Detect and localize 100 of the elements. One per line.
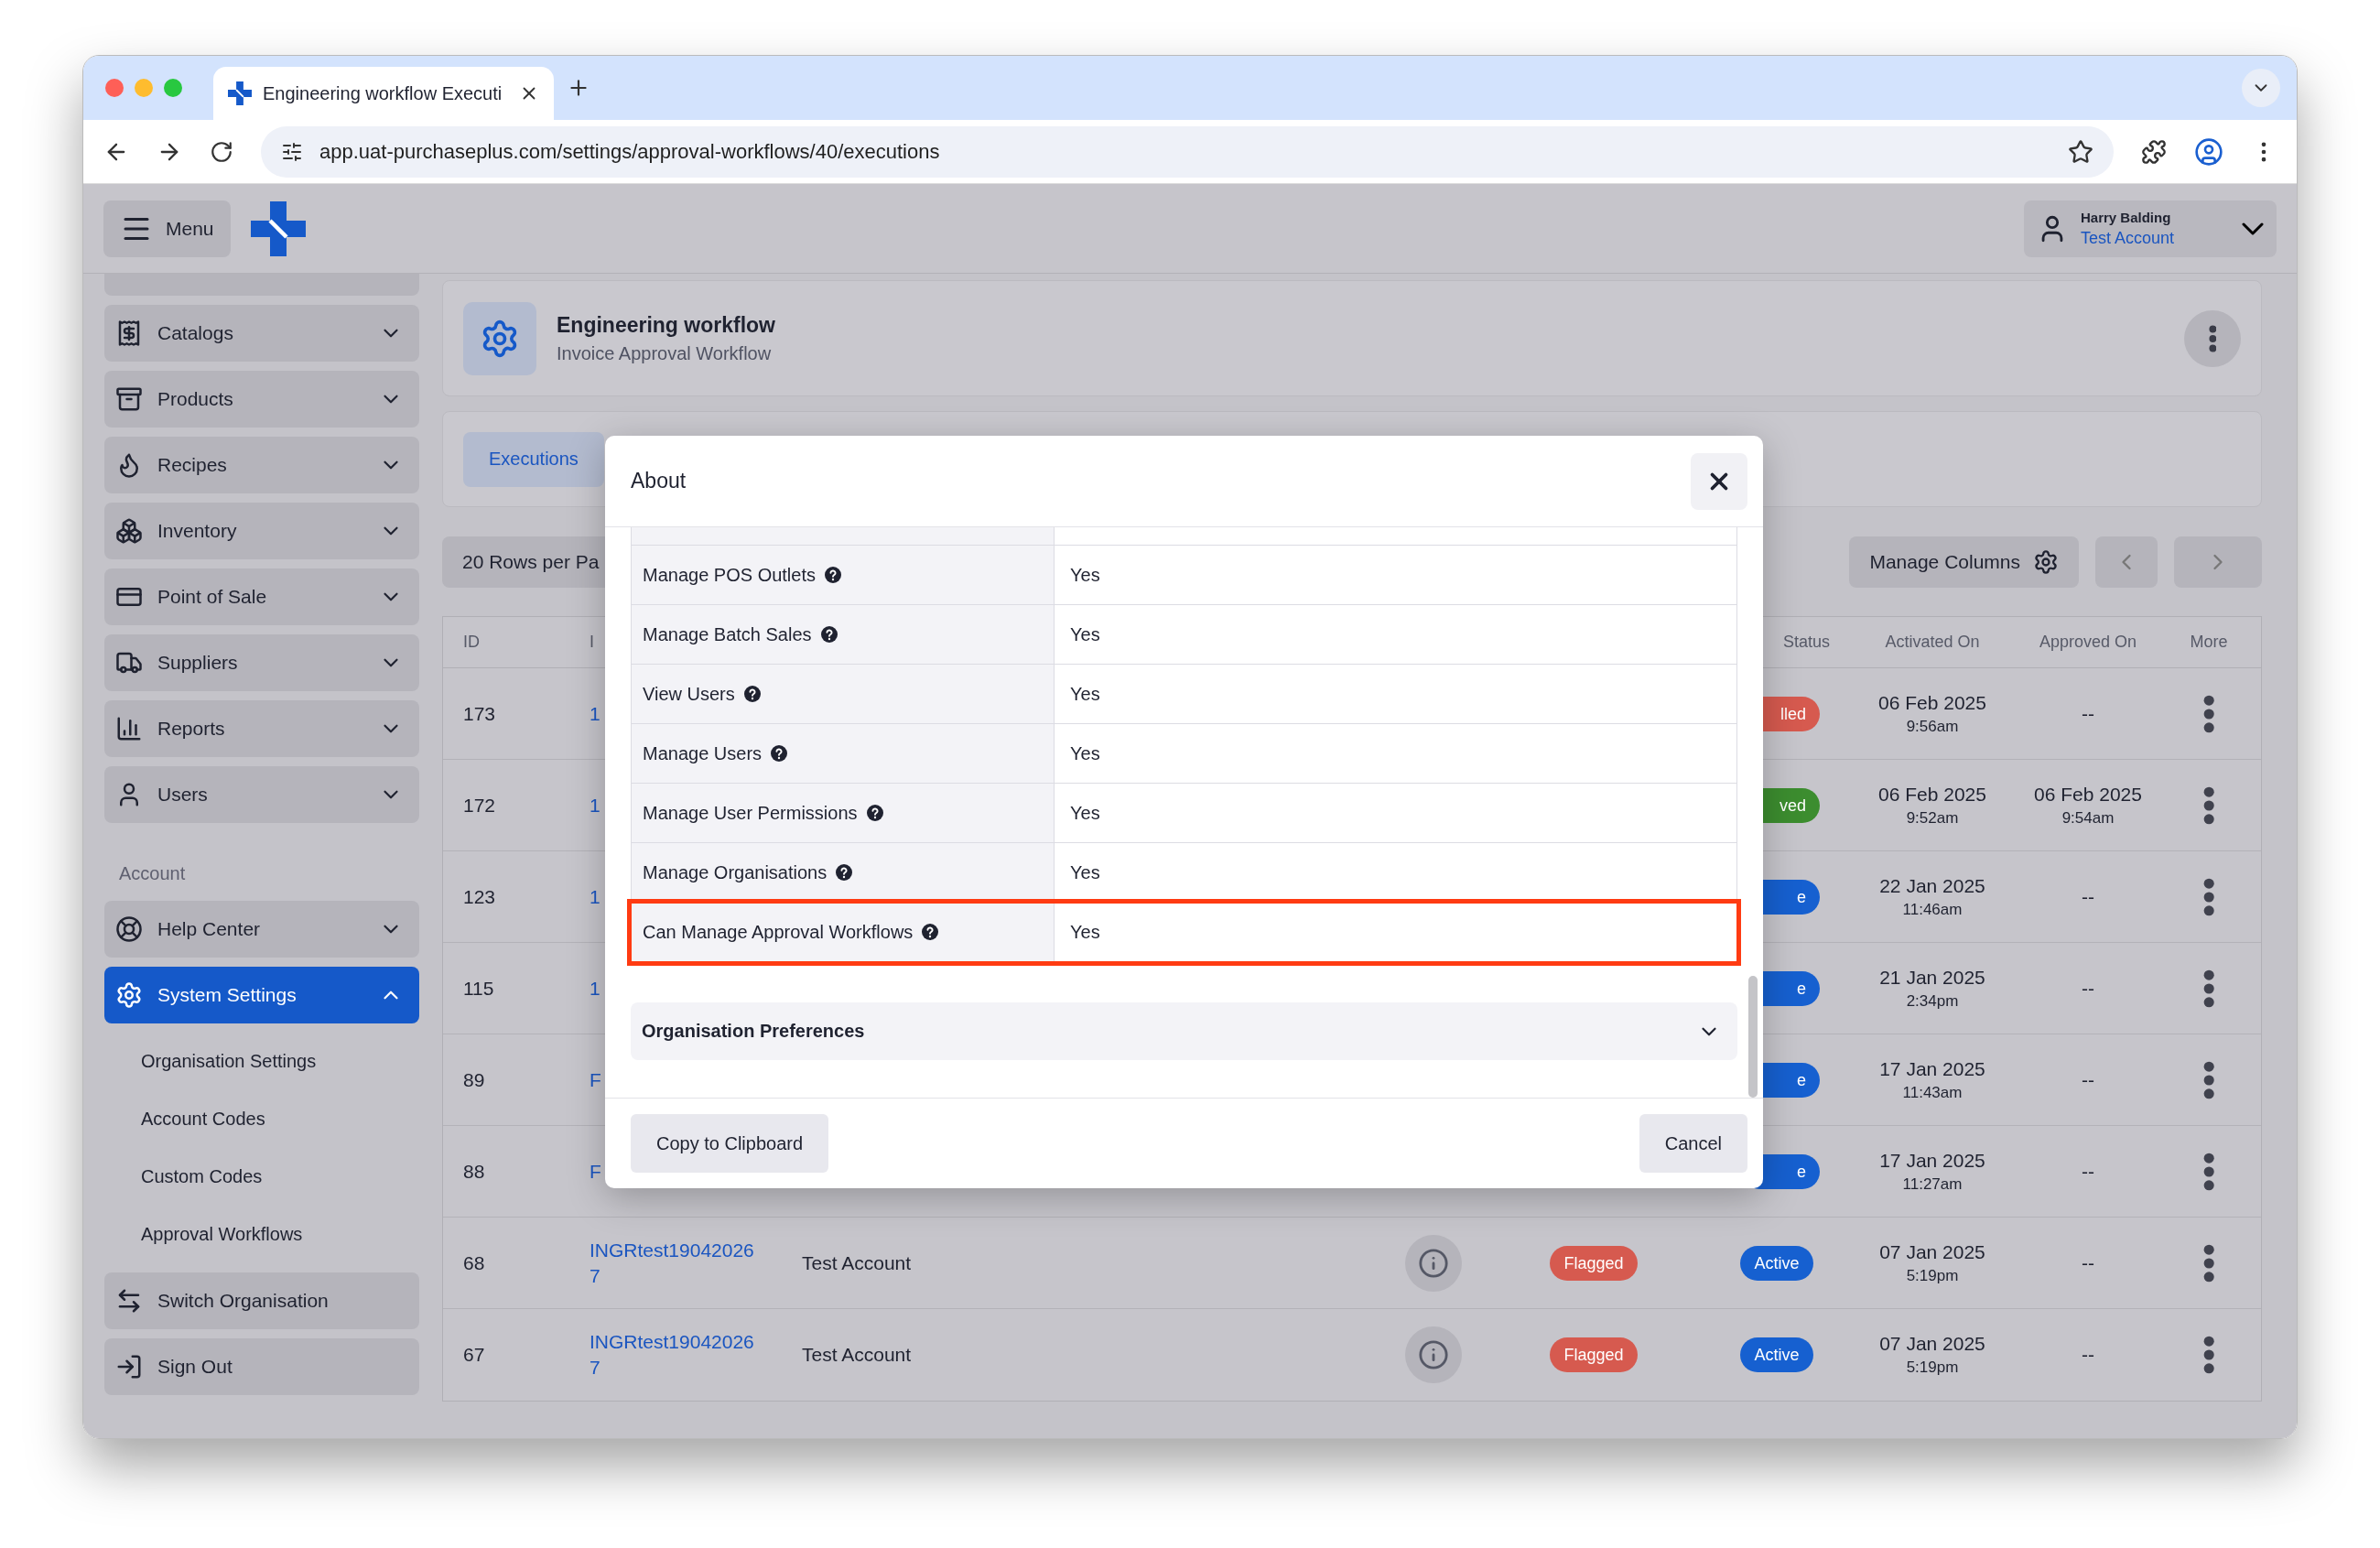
user-menu-button[interactable]: Harry Balding Test Account [2024, 200, 2277, 257]
more-button[interactable] [2202, 785, 2215, 825]
manage-columns-button[interactable]: Manage Columns [1849, 536, 2079, 588]
time-text: 9:56am [1906, 717, 1959, 736]
sidebar-subitem[interactable]: Custom Codes [104, 1148, 419, 1206]
date-text: 17 Jan 2025 [1879, 1057, 1985, 1080]
info-icon [1418, 1247, 1449, 1279]
table-cell-text: 88 [462, 1160, 486, 1183]
info-icon [1418, 1339, 1449, 1370]
table-cell-text: 123 [462, 885, 497, 908]
more-icon [2208, 324, 2217, 352]
permission-value: Yes [1070, 564, 1100, 586]
permission-value: Yes [1070, 683, 1100, 705]
date-text: 07 Jan 2025 [1879, 1333, 1985, 1355]
sidebar-item[interactable]: Sign Out [104, 1338, 419, 1395]
sidebar-item[interactable]: Point of Sale [104, 568, 419, 625]
bar-chart-icon [115, 715, 143, 742]
reference-link[interactable]: INGRtest190420267 [590, 1329, 758, 1380]
more-icon [2202, 785, 2215, 825]
account-name: Test Account [2081, 228, 2176, 248]
more-button[interactable] [2202, 969, 2215, 1008]
date-text: -- [2082, 977, 2094, 1000]
column-header: More [2189, 633, 2229, 652]
more-button[interactable] [2202, 1243, 2215, 1283]
date-text: 22 Jan 2025 [1879, 874, 1985, 897]
sidebar-item[interactable]: Switch Organisation [104, 1272, 419, 1329]
help-icon [922, 924, 939, 940]
permission-value: Yes [1070, 742, 1100, 764]
sidebar-item[interactable]: Recipes [104, 437, 419, 493]
sidebar-item[interactable]: Suppliers [104, 634, 419, 691]
date-text: 21 Jan 2025 [1879, 966, 1985, 989]
profile-icon[interactable] [2194, 136, 2223, 167]
star-icon[interactable] [2068, 138, 2093, 165]
table-cell-text: 115 [462, 977, 495, 1000]
settings-icon [2033, 549, 2059, 575]
puzzle-icon[interactable] [2141, 138, 2167, 165]
more-icon [2202, 1152, 2215, 1191]
sidebar-subitem[interactable]: Account Codes [104, 1090, 419, 1148]
sidebar-item[interactable]: System Settings [104, 967, 419, 1023]
reference-link[interactable]: INGRtest190420267 [590, 1237, 758, 1289]
logo-icon [250, 200, 306, 256]
table-cell-text: 173 [462, 702, 497, 725]
date-text: 06 Feb 2025 [2034, 783, 2142, 806]
column-header: Status [1782, 633, 1832, 652]
time-text: 9:52am [1906, 808, 1959, 828]
tab-list-button[interactable] [2242, 69, 2280, 107]
more-button[interactable] [2202, 1336, 2215, 1374]
table-cell-text: Test Account [801, 1344, 913, 1366]
section-label: Account [118, 862, 187, 885]
sidebar-item[interactable]: Products [104, 371, 419, 428]
chevron-down-icon [2242, 222, 2264, 235]
sidebar-item[interactable]: Users [104, 766, 419, 823]
date-text: -- [2082, 885, 2094, 908]
sidebar-item[interactable]: Help Center [104, 901, 419, 958]
column-header: Approved On [2038, 633, 2138, 652]
user-name: Harry Balding [2081, 209, 2172, 225]
permission-label: Can Manage Approval Workflows [643, 921, 914, 943]
time-text: 2:34pm [1906, 991, 1959, 1011]
time-text: 5:19pm [1906, 1359, 1959, 1377]
table-cell-text: Test Account [801, 1251, 913, 1274]
settings-icon [115, 981, 143, 1009]
time-text: 11:43am [1902, 1083, 1963, 1102]
reload-icon[interactable] [210, 139, 233, 164]
more-button[interactable] [2202, 694, 2215, 733]
column-header: Activated On [1884, 633, 1981, 652]
time-text: 5:19pm [1906, 1266, 1959, 1285]
sliders-icon[interactable] [281, 140, 303, 163]
copy-button[interactable]: Copy to Clipboard [631, 1114, 829, 1173]
workflow-subtitle: Invoice Approval Workflow [557, 342, 773, 364]
sidebar-subitem[interactable]: Approval Workflows [104, 1206, 419, 1263]
tab-title: Engineering workflow Executi [263, 82, 503, 104]
help-icon [820, 626, 838, 643]
table-cell-text: 68 [462, 1251, 486, 1274]
cancel-button[interactable]: Cancel [1639, 1114, 1747, 1173]
close-button[interactable] [1691, 452, 1747, 510]
accordion-header[interactable]: Organisation Preferences [631, 1002, 1737, 1060]
menu-button[interactable]: Menu [103, 200, 231, 257]
sidebar-item[interactable]: Catalogs [104, 305, 419, 362]
status-badge: Active [1740, 1245, 1813, 1281]
permission-label: Manage POS Outlets [643, 564, 816, 586]
sidebar-item[interactable]: Inventory [104, 503, 419, 559]
column-header: I [589, 633, 595, 652]
sidebar-subitem[interactable]: Organisation Settings [104, 1033, 419, 1090]
permission-label: View Users [643, 683, 735, 705]
dialog-title: About [631, 469, 687, 493]
tab[interactable]: Executions [463, 431, 604, 487]
more-button[interactable] [2202, 1060, 2215, 1099]
more-button[interactable] [2202, 877, 2215, 916]
date-text: 17 Jan 2025 [1879, 1149, 1985, 1172]
more-button[interactable] [2202, 1152, 2215, 1191]
time-text: 11:46am [1902, 900, 1963, 919]
date-text: -- [2082, 1251, 2094, 1274]
sidebar-item[interactable]: Reports [104, 700, 419, 757]
address-bar[interactable]: app.uat-purchaseplus.com/settings/approval-workflows/40/executions [261, 125, 2114, 178]
sign-out-icon [115, 1353, 143, 1380]
archive-icon [115, 385, 143, 413]
date-text: 06 Feb 2025 [1878, 691, 1986, 714]
scrollbar[interactable] [1748, 976, 1758, 1098]
browser-tab[interactable]: Engineering workflow Executi [213, 67, 554, 120]
more-icon [2202, 969, 2215, 1008]
